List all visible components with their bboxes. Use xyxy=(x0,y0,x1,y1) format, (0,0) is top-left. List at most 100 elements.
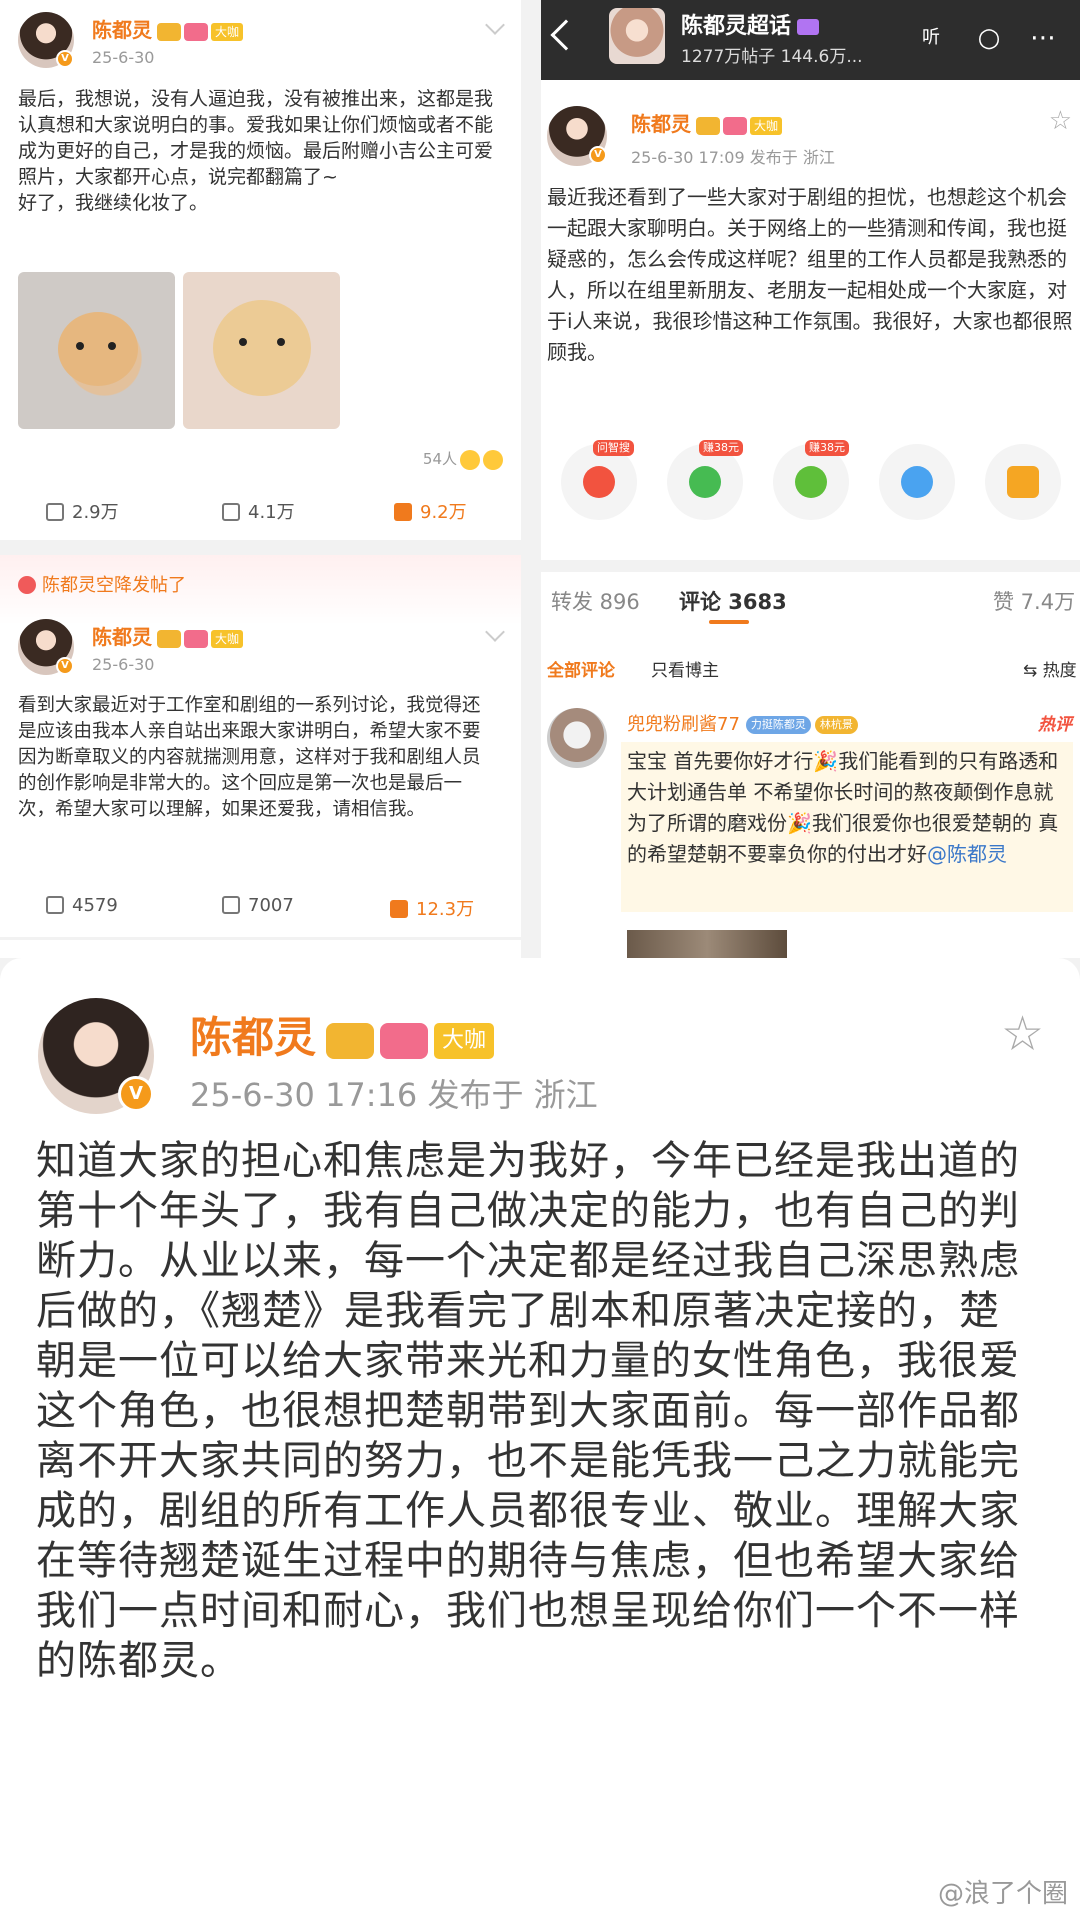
repost-icon xyxy=(46,896,64,914)
gem-icon xyxy=(797,19,820,35)
supertopic-avatar[interactable] xyxy=(609,8,665,64)
repost-button[interactable]: 2.9万 xyxy=(46,498,119,524)
share-zhisou-button[interactable]: 问智搜 xyxy=(561,440,637,520)
username-text[interactable]: 陈都灵 xyxy=(92,625,152,649)
crown-icon xyxy=(157,629,181,648)
post-date: 25-6-30 xyxy=(92,48,155,67)
screenshot-collage: V 陈都灵 大咖 25-6-30 最后，我想说，没有人逼迫我，没有被推出来，这都是… xyxy=(0,0,1080,1920)
post-card-1[interactable]: V 陈都灵 大咖 25-6-30 最后，我想说，没有人逼迫我，没有被推出来，这都是… xyxy=(0,0,521,540)
emoji-icon xyxy=(460,449,480,470)
supertopic-stats: 1277万帖子 144.6万... xyxy=(681,47,863,67)
post-text: 知道大家的担心和焦虑是为我好，今年已经是我出道的第十个年头了，我有自己做决定的能… xyxy=(36,1138,1020,1684)
like-count: 9.2万 xyxy=(420,502,467,523)
gem-icon xyxy=(184,22,208,41)
fan-badge: 力挺陈都灵 xyxy=(745,716,811,734)
dog-photo-2[interactable] xyxy=(183,272,340,429)
like-button[interactable]: 9.2万 xyxy=(394,498,467,524)
star-icon xyxy=(18,576,36,594)
comment-icon xyxy=(222,503,240,521)
tab-repost[interactable]: 转发 896 xyxy=(551,586,640,616)
mention-link[interactable]: @陈都灵 xyxy=(927,842,1007,866)
share-moments-button[interactable]: 赚38元 xyxy=(773,440,849,520)
wechat-icon xyxy=(689,466,721,498)
save-image-button[interactable] xyxy=(985,444,1061,520)
action-bar: 2.9万 4.1万 9.2万 xyxy=(0,498,521,538)
gem-icon xyxy=(184,629,208,648)
filter-all-comments[interactable]: 全部评论 xyxy=(547,656,615,681)
comment-button[interactable]: 4.1万 xyxy=(222,498,295,524)
crown-icon xyxy=(326,1022,375,1059)
action-bar: 4579 7007 12.3万 xyxy=(0,895,521,935)
active-tab-indicator xyxy=(709,620,749,624)
comment-text[interactable]: 宝宝 首先要你好才行🎉我们能看到的只有路透和大计划通告单 不希望你长时间的熬夜颠… xyxy=(627,746,1073,870)
favorite-star-icon[interactable]: ☆ xyxy=(1049,108,1072,134)
search-ai-icon xyxy=(583,466,615,498)
username[interactable]: 陈都灵 大咖 xyxy=(92,621,244,650)
verified-icon: V xyxy=(118,1076,154,1112)
watermark: @浪了个圈 xyxy=(937,1879,1068,1909)
favorite-star-icon[interactable]: ☆ xyxy=(1001,1010,1044,1058)
crown-icon xyxy=(696,116,720,135)
comment-button[interactable]: 7007 xyxy=(222,895,294,916)
post-text: 看到大家最近对于工作室和剧组的一系列讨论，我觉得还是应该由我本人亲自站出来跟大家… xyxy=(18,695,481,820)
right-column: 陈都灵超话 1277万帖子 144.6万... 听 ○ ⋯ V 陈都灵 大咖 25… xyxy=(541,0,1080,958)
commenter-avatar[interactable] xyxy=(547,708,607,768)
repost-count: 2.9万 xyxy=(72,502,119,523)
emoji-icon xyxy=(483,449,503,470)
share-qq-button[interactable] xyxy=(879,444,955,520)
level-badge: 大咖 xyxy=(211,22,244,41)
post-card-3-partial xyxy=(0,940,521,958)
username[interactable]: 陈都灵 大咖 xyxy=(190,1004,495,1065)
share-tag: 赚38元 xyxy=(805,440,849,456)
more-icon[interactable]: ⋯ xyxy=(1025,20,1061,56)
post-date: 25-6-30 xyxy=(92,655,155,674)
dog-photo-1[interactable] xyxy=(18,272,175,429)
filter-owner-only[interactable]: 只看博主 xyxy=(651,656,719,681)
listen-icon[interactable]: 听 xyxy=(913,20,949,56)
sort-icon: ⇆ xyxy=(1023,661,1043,681)
username-text[interactable]: 陈都灵 xyxy=(631,112,691,136)
left-column: V 陈都灵 大咖 25-6-30 最后，我想说，没有人逼迫我，没有被推出来，这都是… xyxy=(0,0,521,958)
username-text[interactable]: 陈都灵 xyxy=(190,1013,316,1062)
search-icon[interactable]: ○ xyxy=(971,20,1007,56)
comment-count: 7007 xyxy=(248,895,294,916)
gem-icon xyxy=(380,1022,429,1059)
supertopic-title-text: 陈都灵超话 xyxy=(681,14,792,39)
chevron-down-icon[interactable] xyxy=(485,622,505,642)
post-text: 最后，我想说，没有人逼迫我，没有被推出来，这都是我认真想和大家说明白的事。爱我如… xyxy=(18,88,494,214)
comment-image[interactable] xyxy=(627,930,787,958)
supertopic-title[interactable]: 陈都灵超话 xyxy=(681,8,820,40)
hot-comment-label: 热评 xyxy=(1038,715,1072,735)
gem-icon xyxy=(723,116,747,135)
sort-hot-button[interactable]: ⇆ 热度 xyxy=(1023,656,1077,681)
share-tag: 问智搜 xyxy=(593,440,634,456)
level-badge: 大咖 xyxy=(750,116,783,135)
detail-tabs: 转发 896 评论 3683 赞 7.4万 xyxy=(541,560,1080,624)
comment-icon xyxy=(222,896,240,914)
thumbs-up-icon xyxy=(390,900,408,918)
username-text[interactable]: 陈都灵 xyxy=(92,18,152,42)
share-wechat-button[interactable]: 赚38元 xyxy=(667,440,743,520)
tab-like[interactable]: 赞 7.4万 xyxy=(993,586,1075,616)
moments-icon xyxy=(795,466,827,498)
level-badge: 大咖 xyxy=(434,1022,495,1059)
repost-button[interactable]: 4579 xyxy=(46,895,118,916)
chevron-down-icon[interactable] xyxy=(485,15,505,35)
back-arrow-icon[interactable] xyxy=(550,19,582,51)
verified-icon: V xyxy=(56,657,74,675)
username[interactable]: 陈都灵 大咖 xyxy=(631,108,783,137)
tab-comment[interactable]: 评论 3683 xyxy=(679,586,787,616)
post-card-large[interactable]: V 陈都灵 大咖 25-6-30 17:16 发布于 浙江 ☆ 知道大家的担心和焦… xyxy=(0,958,1080,1920)
commenter-name[interactable]: 兜兜粉刷酱77 力挺陈都灵 林杭景 xyxy=(627,710,858,736)
post-card-2[interactable]: 陈都灵空降发帖了 V 陈都灵 大咖 25-6-30 看到大家最近对于工作室和剧组的… xyxy=(0,555,521,937)
username[interactable]: 陈都灵 大咖 xyxy=(92,14,244,43)
airdrop-label: 陈都灵空降发帖了 xyxy=(42,575,186,596)
thumbs-up-icon xyxy=(394,503,412,521)
likes-count: 54人 xyxy=(422,450,457,468)
like-count: 12.3万 xyxy=(416,899,475,920)
like-button[interactable]: 12.3万 xyxy=(390,895,474,921)
qq-icon xyxy=(901,466,933,498)
post-text: 最近我还看到了一些大家对于剧组的担忧，也想趁这个机会一起跟大家聊明白。关于网络上… xyxy=(547,185,1073,364)
level-badge: 大咖 xyxy=(211,629,244,648)
likes-summary[interactable]: 54人 xyxy=(423,448,503,470)
